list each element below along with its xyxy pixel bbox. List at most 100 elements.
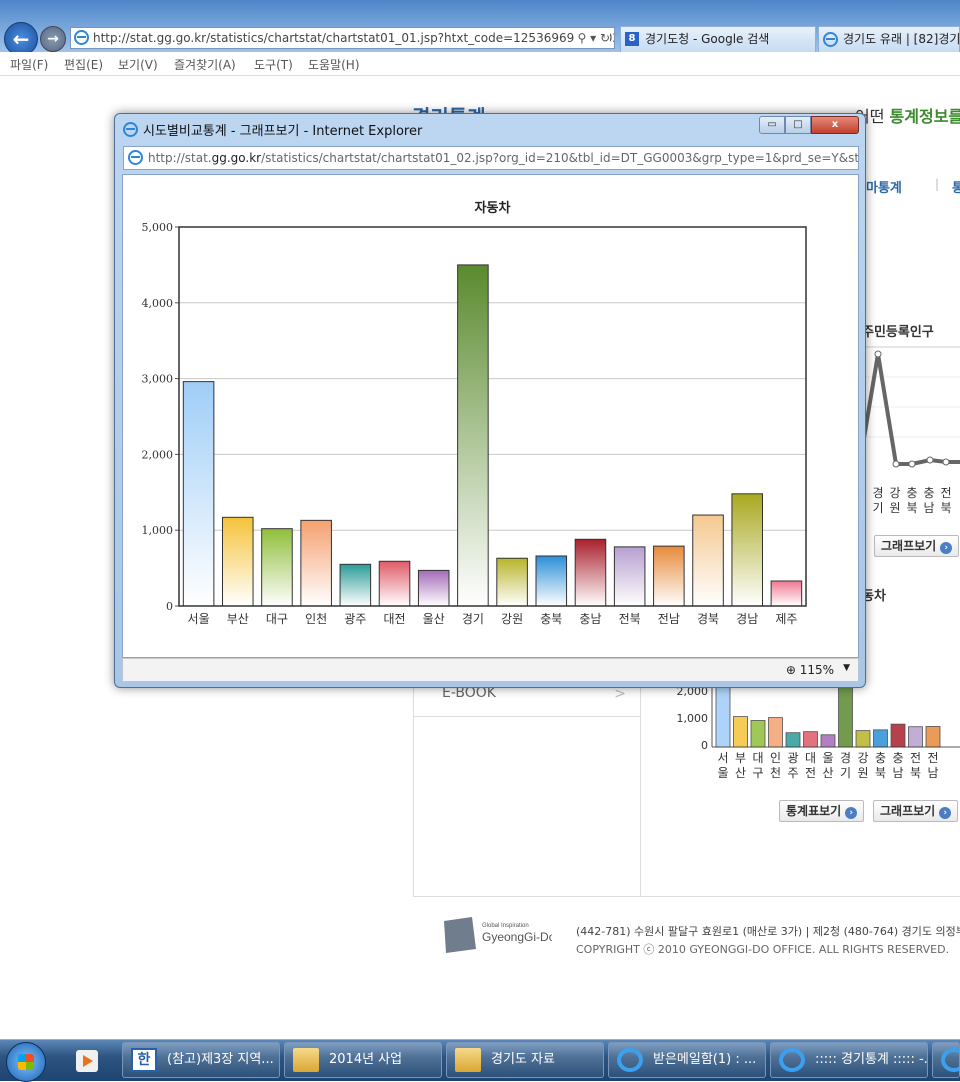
bar-울산 <box>417 569 450 607</box>
stat-table-label: 통계표보기 <box>786 804 842 818</box>
x-tick-label: 경기 <box>462 612 484 626</box>
back-arrow-icon: ← <box>12 27 30 51</box>
mini-x-label: 경 기 <box>839 751 852 780</box>
folder-icon <box>455 1048 481 1072</box>
task-ie-extra[interactable] <box>932 1042 960 1078</box>
zoom-value: 115% <box>799 663 834 677</box>
y-tick-label: 5,000 <box>142 221 174 234</box>
close-button[interactable]: x <box>811 116 859 134</box>
zoom-dropdown-icon[interactable]: ▼ <box>843 663 850 673</box>
bar-경남 <box>731 493 764 607</box>
menu-bar: 파일(F) 편집(E) 보기(V) 즐겨찾기(A) 도구(T) 도움말(H) <box>0 52 960 76</box>
population-chart-title: 주민등록인구 <box>862 325 934 340</box>
nav-separator: | <box>935 177 940 191</box>
x-tick-label: 서울 <box>188 612 210 626</box>
arrow-circle-icon: › <box>940 542 953 554</box>
folder-icon <box>293 1048 319 1072</box>
bar-전북 <box>613 546 646 607</box>
bar-제주 <box>770 580 803 607</box>
bar-경북 <box>692 514 724 607</box>
x-tick-label: 인천 <box>305 611 327 626</box>
bar-서울 <box>182 381 215 607</box>
x-tick-label: 광주 <box>344 612 366 626</box>
mini-x-label: 인 천 <box>769 751 782 780</box>
maximize-button[interactable]: □ <box>785 116 811 134</box>
task-label: 2014년 사업 <box>329 1052 403 1067</box>
taskbar: 한 (참고)제3장 지역... 2014년 사업 경기도 자료 받은메일함(1) … <box>0 1039 960 1082</box>
menu-help[interactable]: 도움말(H) <box>308 56 360 73</box>
address-bar[interactable]: http://stat.gg.go.kr/statistics/chartsta… <box>70 27 615 49</box>
mini-x-label: 전 남 <box>927 751 939 780</box>
population-x-label: 강 원 <box>889 486 901 515</box>
x-tick-label: 부산 <box>227 612 249 626</box>
y-tick-label: 1,000 <box>142 524 174 537</box>
x-tick-label: 울산 <box>423 612 445 626</box>
mini-bar <box>855 730 871 748</box>
graph-view-label: 그래프보기 <box>881 539 937 553</box>
bar-경기 <box>457 264 489 607</box>
population-x-label: 전 북 <box>940 486 952 515</box>
task-folder-2014[interactable]: 2014년 사업 <box>284 1042 442 1078</box>
y-tick-label: 4,000 <box>142 297 174 310</box>
hwp-icon: 한 <box>131 1048 157 1072</box>
nav-theme-stats[interactable]: 마통계 <box>866 177 902 196</box>
tab-google-search[interactable]: 8 경기도청 - Google 검색 <box>620 26 816 52</box>
minimize-button[interactable]: ▭ <box>759 116 785 134</box>
mini-x-label: 대 전 <box>804 751 817 780</box>
windows-logo-icon <box>18 1054 34 1070</box>
media-player-icon <box>76 1050 98 1072</box>
media-player-button[interactable] <box>64 1046 112 1076</box>
graph-view-button-2[interactable]: 그래프보기 › <box>873 800 959 822</box>
y-tick-label: 3,000 <box>142 373 174 386</box>
tab-label: 경기도청 - Google 검색 <box>645 32 770 46</box>
bar-전남 <box>653 545 685 607</box>
task-label: (참고)제3장 지역... <box>167 1052 274 1067</box>
mini-x-label: 대 구 <box>752 751 764 780</box>
task-label: 경기도 자료 <box>491 1052 555 1067</box>
mini-bar <box>803 731 818 748</box>
task-hwp-document[interactable]: 한 (참고)제3장 지역... <box>122 1042 280 1078</box>
start-button[interactable] <box>6 1042 46 1082</box>
nav-more[interactable]: 통 <box>952 177 960 196</box>
bar-인천 <box>300 519 332 607</box>
bar-대전 <box>378 560 411 607</box>
maximize-icon: □ <box>793 119 803 130</box>
mini-bar <box>873 729 888 748</box>
mini-x-label: 강 원 <box>857 751 869 780</box>
menu-tools[interactable]: 도구(T) <box>254 56 293 73</box>
mini-x-label: 충 남 <box>892 751 904 780</box>
population-x-label: 충 남 <box>923 486 935 515</box>
browser-chrome: ← → http://stat.gg.go.kr/statistics/char… <box>0 0 960 56</box>
popup-address-bar[interactable]: http://stat.gg.go.kr/statistics/chartsta… <box>123 146 859 170</box>
menu-edit[interactable]: 편집(E) <box>64 56 103 73</box>
stat-table-button[interactable]: 통계표보기 › <box>779 800 865 822</box>
popup-window[interactable]: 시도별비교통계 - 그래프보기 - Internet Explorer ▭ □ … <box>114 113 866 688</box>
search-refresh-icons[interactable]: ⚲ ▾ ↻ <box>573 28 610 48</box>
menu-view[interactable]: 보기(V) <box>118 56 158 73</box>
zoom-level[interactable]: ⊕ 115% <box>786 663 834 677</box>
gyeonggi-do-logo: Global Inspiration GyeongGi-Do <box>444 917 552 953</box>
task-ie-mail[interactable]: 받은메일함(1) : ... <box>608 1042 766 1078</box>
forward-button[interactable]: → <box>40 26 66 52</box>
y-tick-label: 2,000 <box>142 448 174 461</box>
ie-page-icon <box>74 30 89 45</box>
car-bar-chart: 자동차 0 1,000 2,000 3,000 4,000 5,000 서울 부산 대구 인천 광주 대… <box>142 200 807 626</box>
task-folder-gyeonggi[interactable]: 경기도 자료 <box>446 1042 604 1078</box>
menu-file[interactable]: 파일(F) <box>10 56 48 73</box>
bar-강원 <box>496 557 528 607</box>
x-tick-label: 제주 <box>775 612 797 626</box>
ie-icon <box>779 1048 805 1072</box>
menu-favorites[interactable]: 즐겨찾기(A) <box>174 56 236 73</box>
task-ie-stats[interactable]: ::::: 경기통계 ::::: -... <box>770 1042 928 1078</box>
arrow-circle-icon: › <box>845 807 858 819</box>
mini-bar <box>820 734 836 748</box>
tab-gyeonggi-origin[interactable]: 경기도 유래 | [82]경기 <box>818 26 960 52</box>
graph-view-button-1[interactable]: 그래프보기 › <box>874 535 960 557</box>
ie-tab-icon <box>823 32 838 47</box>
close-icon: x <box>831 119 839 130</box>
back-button[interactable]: ← <box>4 22 38 56</box>
mini-y-tick-label: 0 <box>701 739 708 752</box>
mini-x-label: 광 주 <box>787 751 799 780</box>
mini-x-label: 서 울 <box>717 751 729 780</box>
mini-bar <box>750 720 766 748</box>
